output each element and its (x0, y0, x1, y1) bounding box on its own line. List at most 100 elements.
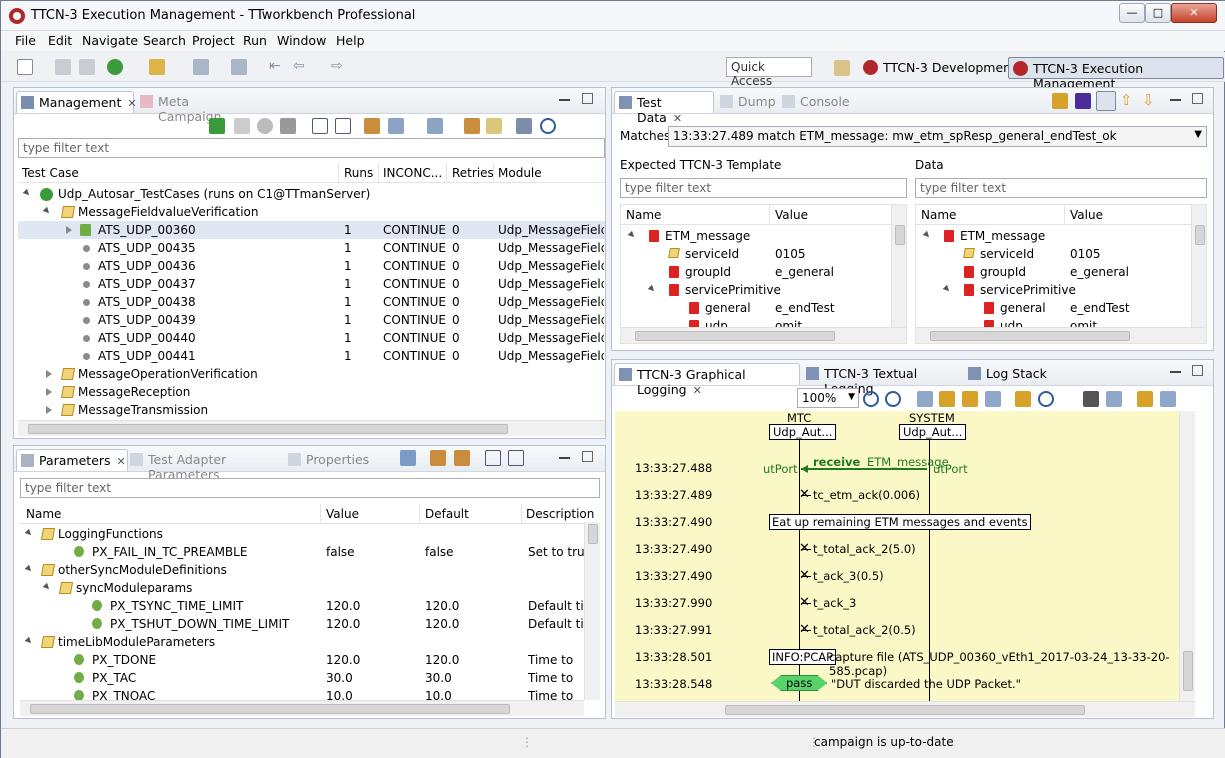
maximize-view-icon[interactable] (1192, 365, 1203, 376)
collapse-all-icon[interactable] (485, 450, 501, 466)
lifeline-system-box[interactable]: Udp_Aut... (899, 424, 967, 440)
maximize-button[interactable]: □ (1145, 3, 1171, 23)
expand-icon[interactable] (335, 118, 351, 134)
edit-icon[interactable] (464, 118, 480, 134)
param-row[interactable]: LoggingFunctions (20, 525, 584, 543)
menu-search[interactable]: Search (143, 33, 186, 48)
menu-edit[interactable]: Edit (48, 33, 72, 48)
tab-meta-campaign[interactable]: Meta Campaign (136, 91, 256, 124)
parameters-hscroll[interactable] (20, 700, 584, 716)
collapse-arrow-icon[interactable] (24, 528, 34, 538)
close-tab-icon[interactable]: ✕ (673, 112, 682, 125)
tree-node[interactable]: ETM_message (916, 227, 1192, 245)
tab-parameters[interactable]: Parameters ✕ (16, 449, 128, 471)
collapse-arrow-icon[interactable] (24, 564, 34, 574)
tab-management[interactable]: Management ✕ (16, 91, 137, 113)
close-button[interactable]: ✕ (1171, 3, 1217, 23)
pause-icon[interactable] (234, 118, 250, 134)
param-row[interactable]: syncModuleparams (20, 579, 584, 597)
table-row[interactable]: ATS_UDP_00435 1 CONTINUE 0 Udp_MessageFieldv… (18, 239, 605, 257)
tool-icon[interactable] (149, 59, 165, 75)
tree-group-collapsed[interactable]: MessageReception (18, 383, 605, 401)
log-action-box[interactable]: Eat up remaining ETM messages and events (769, 514, 1031, 530)
tab-test-adapter-parameters[interactable]: Test Adapter Parameters (126, 449, 286, 482)
print-icon[interactable] (1106, 391, 1122, 407)
param-row[interactable]: otherSyncModuleDefinitions (20, 561, 584, 579)
collapse-icon[interactable] (312, 118, 328, 134)
export-log-icon[interactable] (939, 391, 955, 407)
parameters-vscroll[interactable] (584, 522, 600, 700)
forward-icon[interactable]: ⇨ (331, 59, 347, 75)
swap-icon[interactable] (962, 391, 978, 407)
table-row[interactable]: ATS_UDP_00438 1 CONTINUE 0 Udp_MessageFieldv… (18, 293, 605, 311)
purple-square-icon[interactable] (1075, 93, 1091, 109)
param-row[interactable]: PX_TSHUT_DOWN_TIME_LIMIT 120.0 120.0 Defaul… (20, 615, 584, 633)
expand-arrow-icon[interactable] (46, 388, 52, 396)
log-timestamp[interactable]: 13:33:27.991 (635, 623, 725, 637)
data-filter-input[interactable]: type filter text (915, 178, 1207, 198)
collapse-arrow-icon[interactable] (627, 230, 637, 240)
collapse-arrow-icon[interactable] (22, 188, 32, 198)
report-icon[interactable] (516, 118, 532, 134)
pcap-icon[interactable] (1083, 391, 1099, 407)
layout-icon[interactable] (917, 391, 933, 407)
log-timestamp[interactable]: 13:33:27.490 (635, 569, 725, 583)
sync-icon[interactable] (400, 450, 416, 466)
minimize-view-icon[interactable] (1170, 95, 1181, 101)
tab-log-stack[interactable]: Log Stack (964, 363, 1056, 385)
expand-arrow-icon[interactable] (46, 370, 52, 378)
param-row[interactable]: PX_FAIL_IN_TC_PREAMBLE false false Set to t… (20, 543, 584, 561)
run-icon[interactable] (107, 59, 123, 75)
tree-hscroll[interactable] (916, 327, 1206, 343)
quick-access-input[interactable]: Quick Access (726, 57, 812, 88)
zoom-out-icon[interactable] (885, 391, 901, 407)
tree-group-collapsed[interactable]: MessageTransmission (18, 401, 605, 419)
menu-window[interactable]: Window (277, 33, 326, 48)
new-icon[interactable] (17, 59, 33, 75)
time-icon[interactable] (1038, 391, 1054, 407)
param-row[interactable]: PX_TAC 30.0 30.0 Time to (20, 669, 584, 687)
settings-icon[interactable] (257, 118, 273, 134)
log-timestamp[interactable]: 13:33:27.488 (635, 461, 725, 475)
timer-event[interactable]: t_ack_3 (813, 596, 856, 610)
maximize-view-icon[interactable] (582, 93, 593, 104)
expand-arrow-icon[interactable] (66, 226, 72, 234)
stop-icon[interactable] (280, 118, 296, 134)
log-vscroll[interactable] (1179, 411, 1195, 701)
list-icon[interactable] (388, 118, 404, 134)
receive-message[interactable]: ETM_message (867, 455, 949, 469)
menu-file[interactable]: File (15, 33, 36, 48)
expected-filter-input[interactable]: type filter text (620, 178, 907, 198)
lifeline-mtc-box[interactable]: Udp_Aut... (769, 424, 837, 440)
zoom-select[interactable]: 100% ▼ (797, 388, 859, 408)
minimize-view-icon[interactable] (559, 95, 570, 101)
management-filter-input[interactable]: type filter text (18, 138, 605, 158)
close-tab-icon[interactable]: ✕ (117, 455, 126, 468)
menu-project[interactable]: Project (192, 33, 235, 48)
matches-select[interactable]: 13:33:27.489 match ETM_message: mw_etm_s… (668, 126, 1207, 147)
tree-node[interactable]: general e_endTest (916, 299, 1192, 317)
menu-help[interactable]: Help (336, 33, 365, 48)
tab-dump[interactable]: Dump (716, 91, 778, 113)
timer-event[interactable]: t_total_ack_2(0.5) (813, 623, 916, 637)
step-over-icon[interactable] (1160, 391, 1176, 407)
collapse-arrow-icon[interactable] (922, 230, 932, 240)
maximize-view-icon[interactable] (1192, 93, 1203, 104)
tab-properties[interactable]: Properties (284, 449, 374, 471)
log-timestamp[interactable]: 13:33:27.490 (635, 515, 725, 529)
tree-node[interactable]: servicePrimitive (916, 281, 1192, 299)
export-icon[interactable] (427, 118, 443, 134)
log-timestamp[interactable]: 13:33:27.990 (635, 596, 725, 610)
tree-vscroll[interactable] (1191, 205, 1206, 327)
eraser-icon[interactable] (486, 118, 502, 134)
log-hscroll[interactable] (615, 701, 1195, 717)
back-icon[interactable]: ⇦ (293, 59, 309, 75)
table-row[interactable]: ATS_UDP_00439 1 CONTINUE 0 Udp_MessageFieldv… (18, 311, 605, 329)
close-tab-icon[interactable]: ✕ (693, 384, 702, 397)
param-value[interactable]: 30.0 (326, 671, 353, 685)
clock-icon[interactable] (540, 118, 556, 134)
table-row[interactable]: ATS_UDP_00437 1 CONTINUE 0 Udp_MessageFieldv… (18, 275, 605, 293)
menu-run[interactable]: Run (243, 33, 267, 48)
param-value[interactable]: false (326, 545, 355, 559)
tree-vscroll[interactable] (891, 205, 906, 327)
